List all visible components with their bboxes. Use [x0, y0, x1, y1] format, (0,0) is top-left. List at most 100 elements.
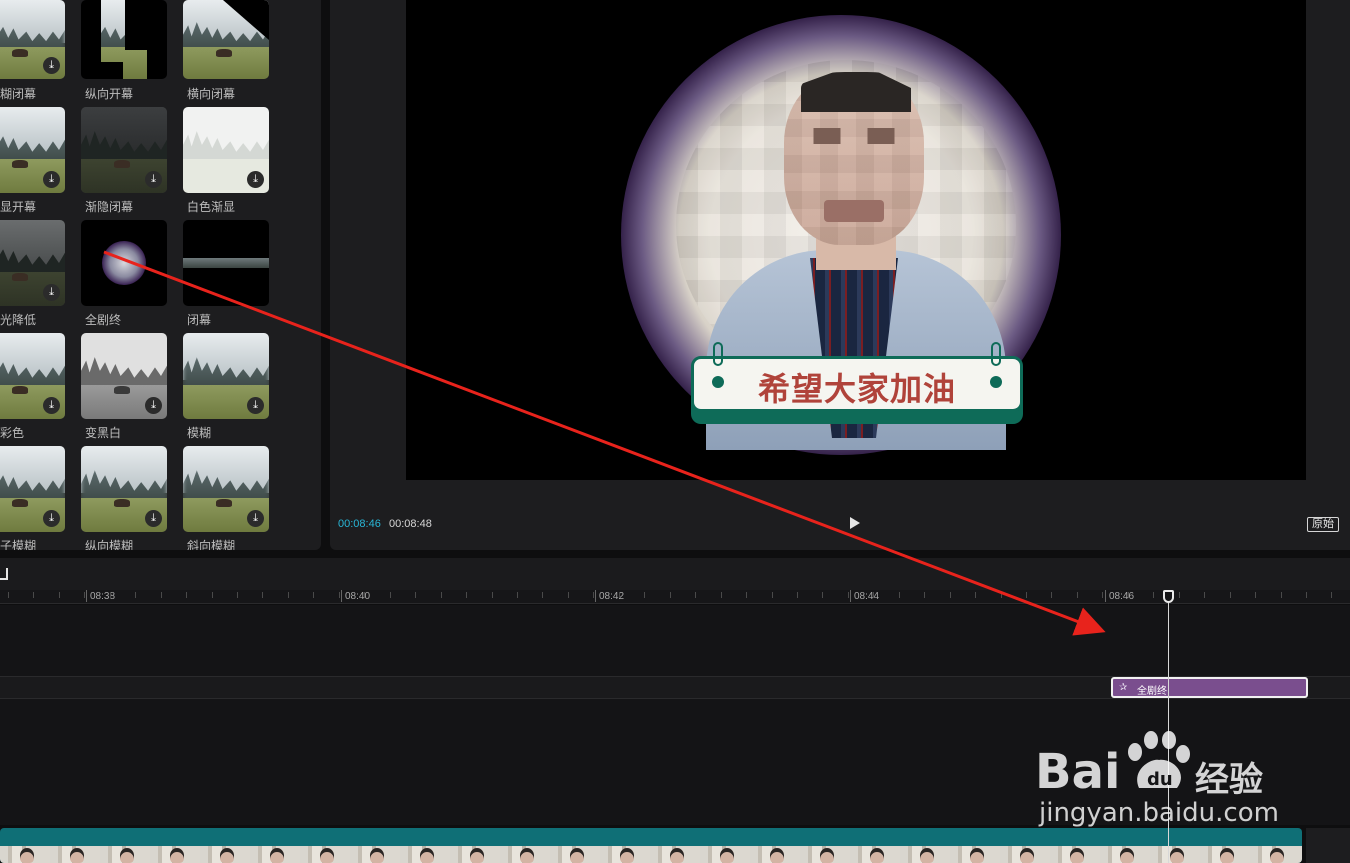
frame-face-thumbnail [620, 848, 634, 863]
ruler-tick [975, 592, 976, 598]
frame-face-thumbnail [1020, 848, 1034, 863]
effect-label: 全剧终 [85, 313, 122, 327]
effect-label: 糊闭幕 [0, 87, 37, 101]
download-icon[interactable]: ⤓ [145, 510, 162, 527]
ruler-tick [746, 592, 747, 598]
effect-thumb[interactable]: ⤓ [0, 220, 65, 306]
frame-face-thumbnail [1270, 848, 1284, 863]
ruler-tick [1001, 592, 1002, 598]
ruler-major-tick [850, 590, 851, 602]
ruler-tick [1026, 592, 1027, 598]
download-icon[interactable]: ⤓ [247, 397, 264, 414]
ruler-major-tick [1105, 590, 1106, 602]
ruler-tick [619, 592, 620, 598]
ruler-tick [517, 592, 518, 598]
subject-mouth [824, 200, 884, 222]
original-ratio-button[interactable]: 原始 [1307, 517, 1339, 532]
effect-thumb[interactable]: ⤓ [81, 446, 167, 532]
ruler-tick [364, 592, 365, 598]
frame-face-thumbnail [520, 848, 534, 863]
frame-face-thumbnail [1120, 848, 1134, 863]
effect-thumb[interactable] [183, 220, 269, 306]
effect-label: 光降低 [0, 313, 37, 327]
ruler-tick [1153, 592, 1154, 598]
download-icon[interactable]: ⤓ [43, 284, 60, 301]
frame-face-thumbnail [970, 848, 984, 863]
ruler-tick [848, 592, 849, 598]
caption-banner[interactable]: 希望大家加油 [691, 342, 1023, 426]
effect-thumb[interactable] [183, 0, 269, 79]
effect-label: 变黑白 [85, 426, 122, 440]
ruler-tick [873, 592, 874, 598]
baidu-jingyan-watermark: Bai du 经验 jingyan.baidu.com [1035, 730, 1285, 840]
download-icon[interactable]: ⤓ [247, 510, 264, 527]
frame-face-thumbnail [770, 848, 784, 863]
split-icon[interactable] [0, 568, 8, 580]
effect-thumb[interactable]: ⤓ [81, 333, 167, 419]
ruler-tick [441, 592, 442, 598]
effect-label: 斜向模糊 [187, 539, 236, 550]
effect-thumb[interactable]: ⤓ [183, 446, 269, 532]
ruler-tick [568, 592, 569, 598]
ruler-tick [33, 592, 34, 598]
timeline-toolbar [0, 558, 1350, 590]
ruler-tick [1331, 592, 1332, 598]
download-icon[interactable]: ⤓ [43, 57, 60, 74]
frame-face-thumbnail [320, 848, 334, 863]
ruler-major-tick [86, 590, 87, 602]
timeline-ruler[interactable]: 08:38 08:40 08:42 08:44 08:46 [0, 590, 1350, 604]
ruler-label: 08:42 [599, 591, 625, 602]
ruler-tick [339, 592, 340, 598]
frame-face-thumbnail [720, 848, 734, 863]
frame-face-thumbnail [120, 848, 134, 863]
effect-thumb[interactable]: ⤓ [0, 333, 65, 419]
current-time: 00:08:46 [338, 518, 381, 530]
download-icon[interactable]: ⤓ [247, 171, 264, 188]
frame-face-thumbnail [370, 848, 384, 863]
frame-face-thumbnail [1070, 848, 1084, 863]
download-icon[interactable]: ⤓ [43, 397, 60, 414]
effect-label: 纵向开幕 [85, 87, 134, 101]
ruler-tick [84, 592, 85, 598]
effect-clip[interactable]: ✰ 全剧终 [1111, 677, 1308, 698]
video-preview[interactable]: 希望大家加油 [406, 0, 1306, 480]
effect-thumb[interactable] [81, 220, 167, 306]
ruler-tick [1077, 592, 1078, 598]
download-icon[interactable]: ⤓ [43, 510, 60, 527]
effect-thumb[interactable]: ⤓ [183, 107, 269, 193]
effect-label: 显开幕 [0, 200, 37, 214]
effect-thumb[interactable]: ⤓ [0, 446, 65, 532]
ruler-tick [1281, 592, 1282, 598]
watermark-bai: Bai [1035, 744, 1121, 800]
ruler-tick [1230, 592, 1231, 598]
frame-face-thumbnail [20, 848, 34, 863]
effect-thumb[interactable]: ⤓ [81, 107, 167, 193]
frame-face-thumbnail [570, 848, 584, 863]
playhead-handle[interactable] [1163, 590, 1174, 603]
paw-icon: du [1128, 731, 1190, 790]
ruler-tick [110, 592, 111, 598]
ruler-tick [313, 592, 314, 598]
effect-clip-label: 全剧终 [1137, 686, 1167, 697]
ruler-tick [492, 592, 493, 598]
download-icon[interactable]: ⤓ [145, 171, 162, 188]
effect-thumb[interactable] [81, 0, 167, 79]
ruler-tick [135, 592, 136, 598]
ruler-label: 08:38 [90, 591, 116, 602]
download-icon[interactable]: ⤓ [43, 171, 60, 188]
download-icon[interactable]: ⤓ [145, 397, 162, 414]
ruler-tick [8, 592, 9, 598]
ruler-tick [186, 592, 187, 598]
effects-panel: ⤓ 糊闭幕 纵向开幕 横向闭幕 ⤓ 显开幕 ⤓ 渐隐闭幕 ⤓ 白色渐显 ⤓ 光降… [0, 0, 321, 550]
ruler-tick [1179, 592, 1180, 598]
effect-thumb[interactable]: ⤓ [183, 333, 269, 419]
ruler-tick [390, 592, 391, 598]
ruler-label: 08:40 [345, 591, 371, 602]
effect-thumb[interactable]: ⤓ [0, 0, 65, 79]
effect-thumb[interactable]: ⤓ [0, 107, 65, 193]
frame-face-thumbnail [70, 848, 84, 863]
frame-face-thumbnail [1220, 848, 1234, 863]
play-icon[interactable] [850, 517, 860, 529]
ruler-tick [415, 592, 416, 598]
effect-label: 彩色 [0, 426, 25, 440]
